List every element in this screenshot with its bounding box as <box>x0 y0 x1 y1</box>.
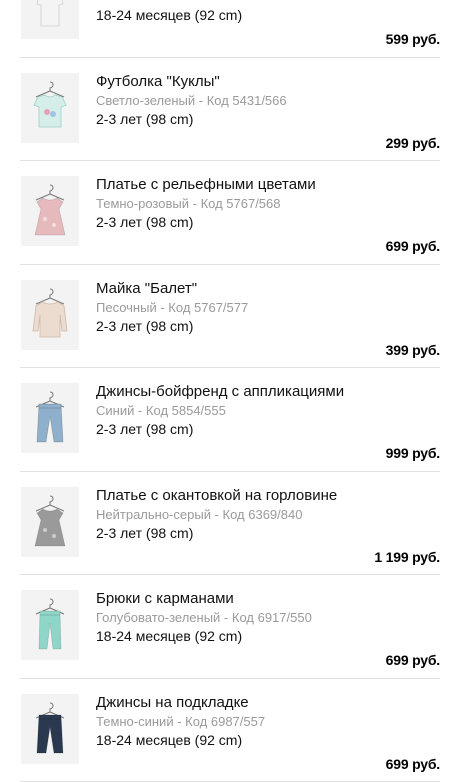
dress-icon <box>30 494 70 550</box>
product-thumbnail[interactable] <box>21 0 79 39</box>
meta-separator: - <box>189 196 201 211</box>
long-sleeve-top-icon <box>30 287 70 343</box>
product-price: 699 руб. <box>386 756 440 772</box>
cart-item[interactable]: Футболка "Куклы" Светло-зеленый - Код 543… <box>0 58 475 162</box>
product-color: Темно-синий <box>96 714 174 729</box>
product-color: Синий <box>96 403 134 418</box>
product-color: Нейтрально-серый <box>96 507 211 522</box>
meta-separator: - <box>195 93 207 108</box>
product-name[interactable]: Брюки с карманами <box>96 590 234 607</box>
product-name[interactable]: Майка "Балет" <box>96 280 197 297</box>
product-thumbnail[interactable] <box>21 383 79 453</box>
meta-separator: - <box>220 610 232 625</box>
product-name[interactable]: Платье с окантовкой на горловине <box>96 487 337 504</box>
product-thumbnail[interactable] <box>21 590 79 660</box>
product-name[interactable]: Джинсы-бойфренд с аппликациями <box>96 383 344 400</box>
cart-item[interactable]: Джинсы на подкладке Темно-синий - Код 698… <box>0 679 475 782</box>
product-price: 999 руб. <box>386 445 440 461</box>
meta-separator: - <box>134 403 146 418</box>
product-code: Код 5431/566 <box>207 93 287 108</box>
product-price: 1 199 руб. <box>374 549 440 565</box>
product-name[interactable]: Платье с рельефными цветами <box>96 176 316 193</box>
cart-item[interactable]: Майка "Балет" Песочный - Код 5767/577 2-3 … <box>0 265 475 369</box>
dress-icon <box>30 183 70 239</box>
cart-item[interactable]: Платье с окантовкой на горловине Нейтраль… <box>0 472 475 576</box>
product-color-code: Нейтрально-серый - Код 6369/840 <box>96 507 302 522</box>
product-code: Код 6369/840 <box>223 507 303 522</box>
product-size: 18-24 месяцев (92 cm) <box>96 732 242 748</box>
cart-item[interactable]: Брюки с карманами Голубовато-зеленый - Ко… <box>0 575 475 679</box>
jeans-icon <box>30 390 70 446</box>
product-thumbnail[interactable] <box>21 280 79 350</box>
product-color: Темно-розовый <box>96 196 189 211</box>
trousers-icon <box>30 597 70 653</box>
product-color-code: Темно-синий - Код 6987/557 <box>96 714 265 729</box>
product-thumbnail[interactable] <box>21 487 79 557</box>
product-price: 599 руб. <box>386 31 440 47</box>
product-price: 299 руб. <box>386 135 440 151</box>
product-price: 699 руб. <box>386 238 440 254</box>
product-code: Код 6917/550 <box>232 610 312 625</box>
product-color-code: Песочный - Код 5767/577 <box>96 300 248 315</box>
product-price: 399 руб. <box>386 342 440 358</box>
product-thumbnail[interactable] <box>21 176 79 246</box>
meta-separator: - <box>174 714 186 729</box>
product-color-code: Голубовато-зеленый - Код 6917/550 <box>96 610 312 625</box>
tshirt-icon <box>30 80 70 136</box>
product-code: Код 5854/555 <box>146 403 226 418</box>
product-size: 18-24 месяцев (92 cm) <box>96 7 242 23</box>
meta-separator: - <box>211 507 223 522</box>
product-color: Голубовато-зеленый <box>96 610 220 625</box>
product-thumbnail[interactable] <box>21 73 79 143</box>
product-thumbnail[interactable] <box>21 694 79 764</box>
cart-item[interactable]: - 18-24 месяцев (92 cm)599 руб. <box>0 0 475 58</box>
product-name[interactable]: Джинсы на подкладке <box>96 694 249 711</box>
product-color-code: Светло-зеленый - Код 5431/566 <box>96 93 287 108</box>
jeans-icon <box>30 701 70 757</box>
cart-item[interactable]: Джинсы-бойфренд с аппликациями Синий - Ко… <box>0 368 475 472</box>
product-color: Светло-зеленый <box>96 93 195 108</box>
product-color-code: Синий - Код 5854/555 <box>96 403 226 418</box>
product-size: 2-3 лет (98 cm) <box>96 214 193 230</box>
product-size: 2-3 лет (98 cm) <box>96 318 193 334</box>
product-color-code: Темно-розовый - Код 5767/568 <box>96 196 281 211</box>
cart-item[interactable]: Платье с рельефными цветами Темно-розовый… <box>0 161 475 265</box>
product-size: 2-3 лет (98 cm) <box>96 111 193 127</box>
product-name[interactable]: Футболка "Куклы" <box>96 73 220 90</box>
cart-item-list: - 18-24 месяцев (92 cm) 599 руб. Футболка … <box>0 0 475 782</box>
product-code: Код 6987/557 <box>185 714 265 729</box>
product-code: Код 5767/577 <box>168 300 248 315</box>
product-color: Песочный <box>96 300 157 315</box>
meta-separator: - <box>157 300 169 315</box>
product-size: 2-3 лет (98 cm) <box>96 421 193 437</box>
white-bodysuit-icon <box>30 0 70 32</box>
product-size: 2-3 лет (98 cm) <box>96 525 193 541</box>
product-code: Код 5767/568 <box>201 196 281 211</box>
product-size: 18-24 месяцев (92 cm) <box>96 628 242 644</box>
product-price: 699 руб. <box>386 652 440 668</box>
